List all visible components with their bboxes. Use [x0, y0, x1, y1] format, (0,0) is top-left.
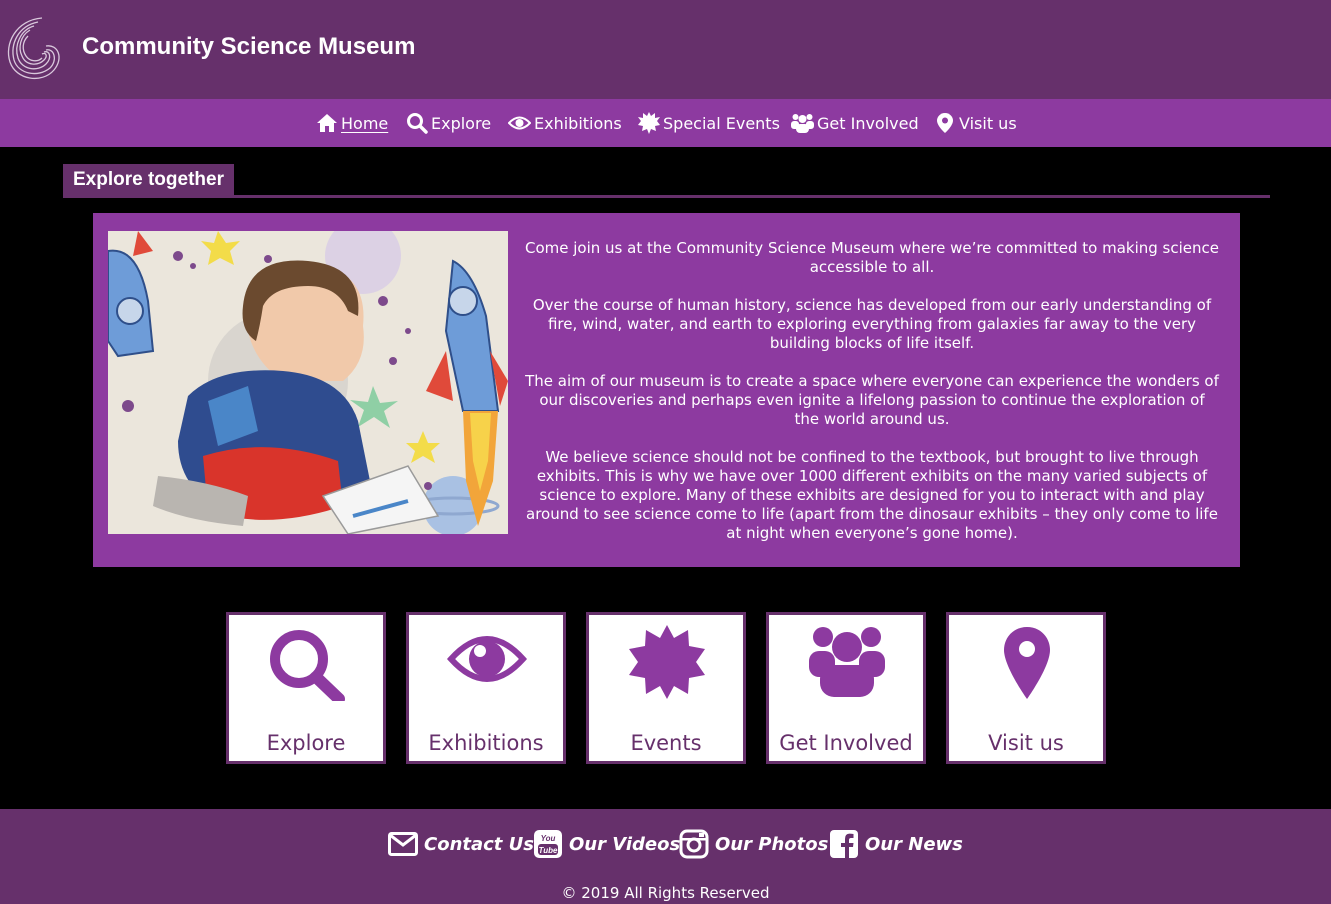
nav-item-home[interactable]: Home — [316, 111, 388, 135]
intro-panel: Come join us at the Community Science Mu… — [93, 213, 1240, 567]
eye-icon — [447, 636, 527, 682]
nav-item-label: Explore — [431, 113, 492, 133]
main-nav: Home Explore Exhibitions Special Events … — [0, 99, 1331, 147]
search-icon — [270, 630, 345, 701]
site-footer: Contact Us You Tube Our Videos Our Photos… — [0, 809, 1331, 904]
tile-label: Events — [630, 731, 702, 755]
footer-link-label: Our Photos — [715, 833, 829, 855]
tile-get-involved[interactable]: Get Involved — [766, 612, 926, 764]
instagram-icon — [679, 829, 709, 859]
footer-link-label: Our News — [865, 833, 963, 855]
intro-paragraph: The aim of our museum is to create a spa… — [525, 372, 1219, 428]
tile-explore[interactable]: Explore — [226, 612, 386, 764]
footer-link-contact[interactable]: Contact Us — [388, 829, 534, 859]
nav-item-label: Get Involved — [817, 113, 919, 133]
starburst-icon — [629, 625, 705, 699]
tile-visit-us[interactable]: Visit us — [946, 612, 1106, 764]
nav-item-get-involved[interactable]: Get Involved — [791, 111, 919, 135]
copyright-text: © 2019 All Rights Reserved — [561, 884, 770, 902]
nav-item-label: Visit us — [959, 113, 1017, 133]
section-divider — [63, 195, 1270, 198]
tile-exhibitions[interactable]: Exhibitions — [406, 612, 566, 764]
intro-paragraph: We believe science should not be confine… — [526, 448, 1218, 542]
footer-link-videos[interactable]: You Tube Our Videos — [533, 829, 680, 859]
tile-events[interactable]: Events — [586, 612, 746, 764]
nav-item-label: Home — [341, 113, 389, 133]
site-header: Community Science Museum — [0, 0, 1331, 99]
footer-link-photos[interactable]: Our Photos — [679, 829, 828, 859]
svg-text:Tube: Tube — [539, 846, 559, 855]
tile-label: Get Involved — [779, 731, 913, 755]
nav-item-special-events[interactable]: Special Events — [638, 111, 780, 135]
tile-label: Exhibitions — [428, 731, 544, 755]
footer-link-label: Our Videos — [569, 833, 681, 855]
users-icon — [809, 627, 885, 697]
section-title: Explore together — [63, 164, 234, 195]
site-title: Community Science Museum — [82, 33, 416, 60]
facebook-icon — [830, 830, 858, 859]
home-icon — [317, 114, 337, 132]
envelope-icon — [388, 832, 418, 856]
map-marker-icon — [1004, 627, 1050, 699]
nav-item-visit-us[interactable]: Visit us — [934, 111, 1017, 135]
map-marker-icon — [937, 113, 953, 133]
intro-text: Come join us at the Community Science Mu… — [525, 239, 1219, 562]
search-icon — [407, 113, 428, 134]
tile-label: Explore — [266, 731, 346, 755]
child-reading-photo — [108, 231, 508, 534]
footer-link-news[interactable]: Our News — [829, 829, 963, 859]
youtube-icon: You Tube — [534, 830, 562, 858]
svg-text:You: You — [541, 834, 556, 843]
eye-icon — [508, 116, 531, 130]
nav-item-explore[interactable]: Explore — [406, 111, 491, 135]
spiral-logo-icon[interactable] — [2, 14, 62, 84]
nav-item-exhibitions[interactable]: Exhibitions — [508, 111, 622, 135]
tile-label: Visit us — [988, 731, 1064, 755]
footer-link-label: Contact Us — [424, 833, 535, 855]
starburst-icon — [638, 112, 660, 134]
nav-item-label: Special Events — [663, 113, 780, 133]
intro-paragraph: Over the course of human history, scienc… — [532, 296, 1212, 352]
nav-item-label: Exhibitions — [534, 113, 622, 133]
users-icon — [791, 114, 814, 133]
intro-paragraph: Come join us at the Community Science Mu… — [525, 239, 1219, 276]
